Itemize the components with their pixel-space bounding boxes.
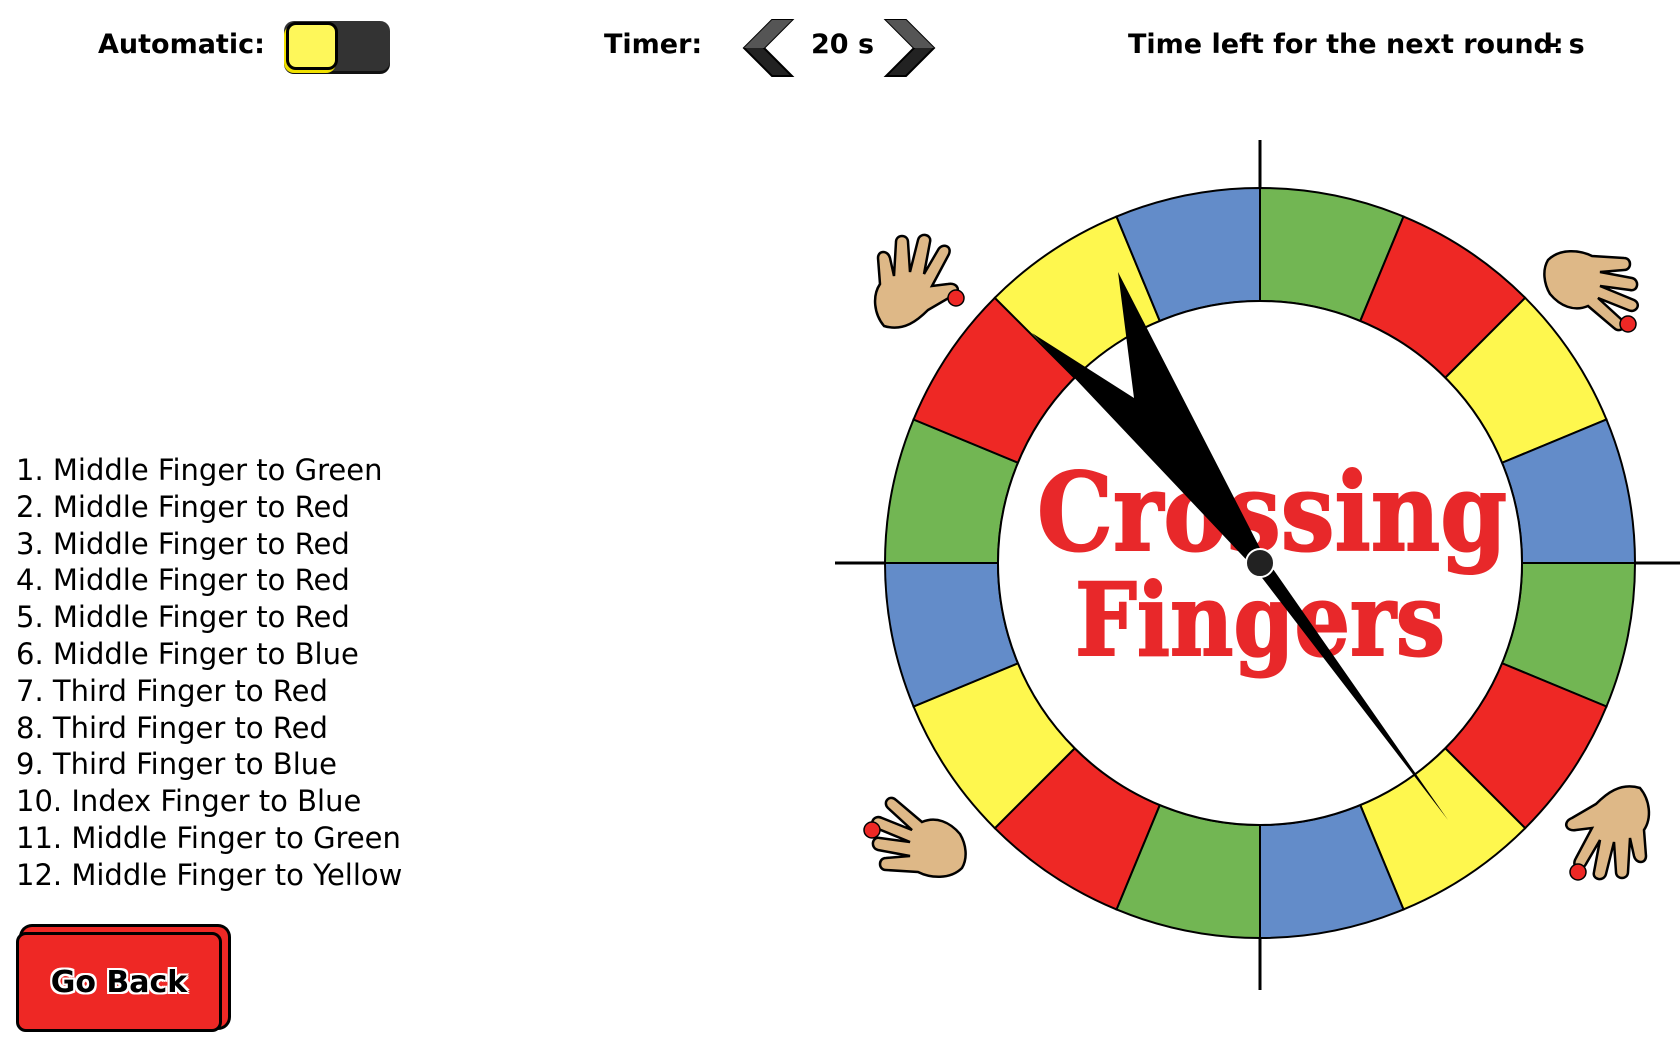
move-list-item: 5. Middle Finger to Red xyxy=(16,600,350,635)
move-list-item: 11. Middle Finger to Green xyxy=(16,820,401,855)
chevron-right-icon[interactable] xyxy=(882,14,948,80)
top-left-hand-icon xyxy=(873,233,965,329)
move-list-item: 10. Index Finger to Blue xyxy=(16,784,362,819)
move-list: 1. Middle Finger to Green 2. Middle Finge… xyxy=(16,452,402,894)
automatic-label: Automatic: xyxy=(98,29,265,60)
move-list-item: 1. Middle Finger to Green xyxy=(16,453,383,487)
move-list-item: 4. Middle Finger to Red xyxy=(16,563,350,598)
chevron-left-icon[interactable] xyxy=(730,14,796,80)
move-list-item: 8. Third Finger to Red xyxy=(16,710,328,745)
automatic-toggle[interactable] xyxy=(284,21,390,71)
move-list-item: 9. Third Finger to Blue xyxy=(16,747,337,782)
next-round-label: Time left for the next round: xyxy=(1128,29,1564,60)
move-list-item: 12. Middle Finger to Yellow xyxy=(16,857,403,892)
timer-label: Timer: xyxy=(604,29,703,60)
top-right-hand-icon xyxy=(1543,250,1639,333)
move-list-item: 3. Middle Finger to Red xyxy=(16,526,350,561)
move-list-item: 2. Middle Finger to Red xyxy=(16,489,350,524)
move-list-item: 7. Third Finger to Red xyxy=(16,673,328,708)
logo-line-2: Fingers xyxy=(1075,561,1445,679)
next-round-value: - s xyxy=(1548,29,1585,60)
bottom-left-hand-icon xyxy=(863,796,967,878)
move-list-item: 6. Middle Finger to Blue xyxy=(16,636,359,671)
timer-value: 20 s xyxy=(811,29,875,60)
bottom-right-hand-icon xyxy=(1564,785,1651,881)
toggle-knob xyxy=(286,22,338,70)
go-back-button[interactable]: Go Back xyxy=(16,932,222,1032)
